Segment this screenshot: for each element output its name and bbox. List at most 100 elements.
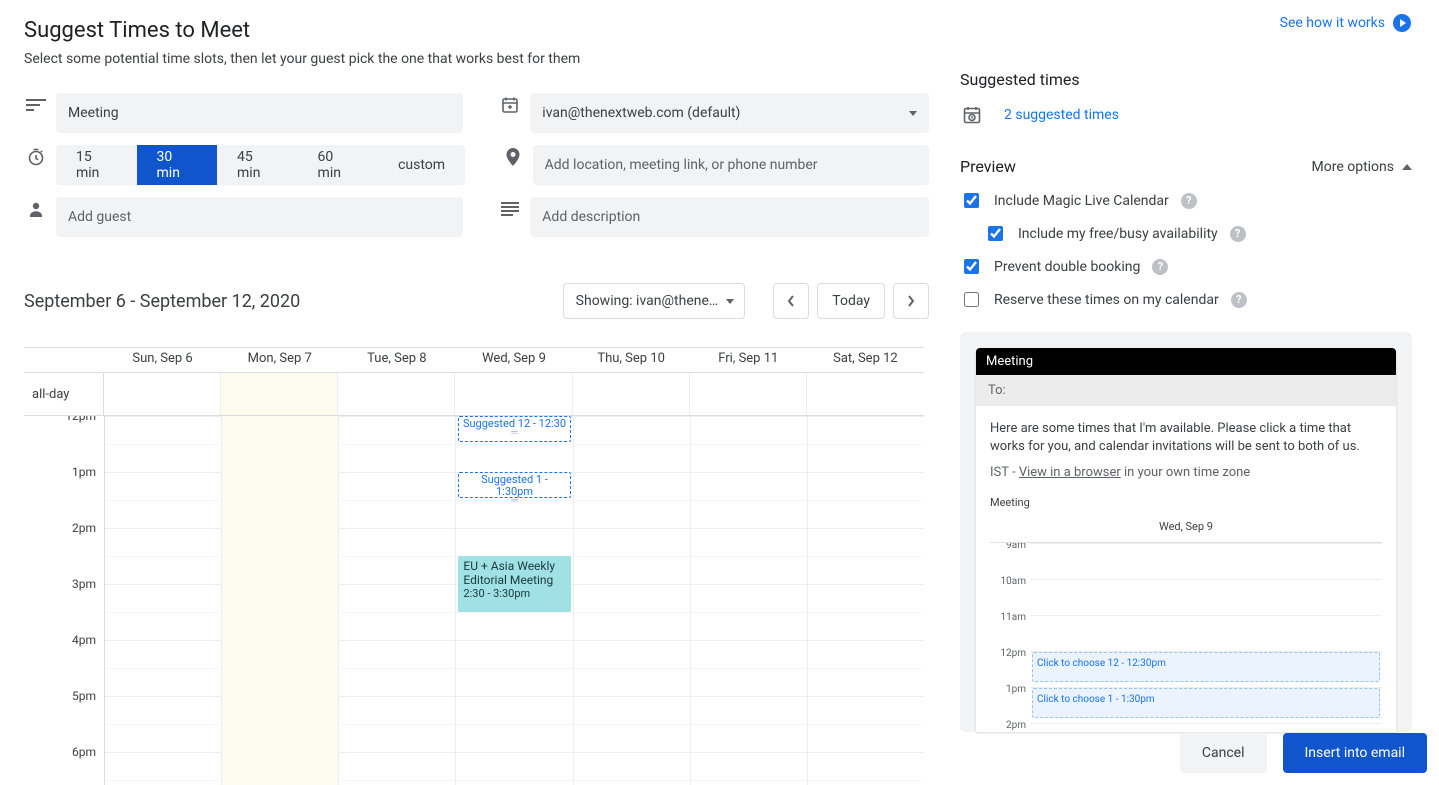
preview-option-label: Reserve these times on my calendar	[994, 292, 1219, 308]
mini-hour-label: 1pm	[990, 681, 1026, 699]
suggested-slot[interactable]: Suggested 1 - 1:30pm═	[458, 472, 570, 498]
preview-option: Reserve these times on my calendar?	[960, 289, 1412, 310]
mini-hour-label: 9am	[990, 542, 1026, 555]
day-col-sat[interactable]	[807, 416, 924, 785]
next-week-button[interactable]	[893, 283, 929, 319]
day-header-label: Sat, Sep 12	[807, 351, 924, 366]
duration-group: 15 min30 min45 min60 mincustom	[56, 145, 465, 185]
description-icon	[498, 197, 522, 221]
mail-body-text: Here are some times that I'm available. …	[990, 420, 1382, 456]
date-range-label: September 6 - September 12, 2020	[24, 291, 300, 312]
calendar-select-value: ivan@thenextweb.com (default)	[542, 105, 740, 121]
calendar-time-grid[interactable]: 12pm1pm2pm3pm4pm5pm6pm Suggested 12 - 12…	[24, 416, 924, 785]
mini-suggested-slot[interactable]: Click to choose 12 - 12:30pm	[1032, 652, 1380, 682]
suggested-calendar-icon	[960, 103, 984, 127]
mail-subject: Meeting	[976, 348, 1396, 375]
mini-hour-label: 11am	[990, 609, 1026, 627]
day-col-wed[interactable]: Suggested 12 - 12:30═ Suggested 1 - 1:30p…	[455, 416, 572, 785]
busy-event[interactable]: EU + Asia Weekly Editorial Meeting2:30 -…	[458, 556, 570, 612]
description-placeholder: Add description	[542, 209, 640, 225]
mail-to-field[interactable]: To:	[976, 375, 1396, 406]
hour-label: 6pm	[24, 745, 104, 785]
preview-option-checkbox[interactable]	[964, 259, 979, 274]
title-icon	[24, 93, 48, 117]
view-in-browser-link[interactable]: View in a browser	[1019, 465, 1121, 480]
cancel-button[interactable]: Cancel	[1180, 733, 1267, 773]
chevron-down-icon	[909, 111, 917, 116]
duration-custom[interactable]: custom	[378, 145, 465, 185]
hour-label: 5pm	[24, 689, 104, 745]
preview-option-checkbox[interactable]	[964, 193, 979, 208]
mini-calendar-grid: 9am 10am 11am 12pm 1pm 2pm Click to choose 12 …	[990, 542, 1382, 732]
insert-into-email-button[interactable]: Insert into email	[1283, 733, 1428, 773]
preview-title: Preview	[960, 157, 1016, 176]
day-header-label: Wed, Sep 9	[455, 351, 572, 366]
preview-option-checkbox[interactable]	[988, 226, 1003, 241]
hour-label: 2pm	[24, 521, 104, 577]
mini-suggested-slot[interactable]: Click to choose 1 - 1:30pm	[1032, 688, 1380, 718]
clock-icon	[24, 145, 48, 169]
today-button[interactable]: Today	[817, 283, 885, 319]
preview-option: Include my free/busy availability?	[984, 223, 1412, 244]
help-icon[interactable]: ?	[1181, 193, 1197, 209]
calendar-icon	[498, 93, 522, 117]
day-header-label: Tue, Sep 8	[338, 351, 455, 366]
description-input[interactable]: Add description	[530, 197, 929, 237]
day-col-tue[interactable]	[338, 416, 455, 785]
allday-row: all-day	[24, 372, 924, 416]
day-col-fri[interactable]	[690, 416, 807, 785]
duration-30-min[interactable]: 30 min	[137, 145, 218, 185]
suggested-times-link[interactable]: 2 suggested times	[1004, 107, 1119, 123]
hour-label: 12pm	[24, 416, 104, 465]
preview-option-label: Include Magic Live Calendar	[994, 193, 1169, 209]
day-header-label: Mon, Sep 7	[221, 351, 338, 366]
guest-input[interactable]: Add guest	[56, 197, 463, 237]
allday-label: all-day	[24, 373, 104, 415]
location-input[interactable]: Add location, meeting link, or phone num…	[533, 145, 929, 185]
preview-option: Prevent double booking?	[960, 256, 1412, 277]
guest-icon	[24, 197, 48, 221]
help-icon[interactable]: ?	[1230, 226, 1246, 242]
calendar-select[interactable]: ivan@thenextweb.com (default)	[530, 93, 929, 133]
prev-week-button[interactable]	[773, 283, 809, 319]
page-title: Suggest Times to Meet	[24, 18, 929, 43]
help-icon[interactable]: ?	[1152, 259, 1168, 275]
hour-label: 4pm	[24, 633, 104, 689]
mini-hour-label: 2pm	[990, 717, 1026, 732]
day-col-sun[interactable]	[104, 416, 221, 785]
help-icon[interactable]: ?	[1231, 292, 1247, 308]
showing-select[interactable]: Showing: ivan@thene…	[563, 283, 746, 319]
location-icon	[501, 145, 525, 169]
mini-meeting-title: Meeting	[990, 494, 1382, 512]
preview-option-label: Include my free/busy availability	[1018, 226, 1218, 242]
play-icon	[1393, 14, 1411, 32]
mini-meeting-date: Wed, Sep 9	[990, 518, 1382, 536]
duration-15-min[interactable]: 15 min	[56, 145, 137, 185]
chevron-down-icon	[726, 299, 734, 304]
duration-45-min[interactable]: 45 min	[217, 145, 298, 185]
preview-option-checkbox[interactable]	[964, 292, 979, 307]
calendar-day-header: Sun, Sep 6Mon, Sep 7Tue, Sep 8Wed, Sep 9…	[24, 348, 924, 372]
chevron-up-icon	[1402, 164, 1412, 170]
hour-label: 1pm	[24, 465, 104, 521]
day-col-thu[interactable]	[573, 416, 690, 785]
mini-hour-label: 10am	[990, 573, 1026, 591]
day-header-label: Sun, Sep 6	[104, 351, 221, 366]
preview-card: Meeting To: Here are some times that I'm…	[960, 332, 1412, 732]
hour-label: 3pm	[24, 577, 104, 633]
help-link[interactable]: See how it works	[1280, 14, 1411, 32]
mini-hour-label: 12pm	[990, 645, 1026, 663]
page-subtitle: Select some potential time slots, then l…	[24, 51, 929, 67]
preview-option-label: Prevent double booking	[994, 259, 1140, 275]
more-options-toggle[interactable]: More options	[1312, 159, 1413, 175]
suggested-times-title: Suggested times	[960, 70, 1412, 89]
mail-timezone-line: IST - View in a browser in your own time…	[990, 464, 1382, 482]
meeting-title-input[interactable]: Meeting	[56, 93, 463, 133]
help-link-label: See how it works	[1280, 15, 1385, 31]
suggested-slot[interactable]: Suggested 12 - 12:30═	[458, 416, 570, 442]
day-header-label: Thu, Sep 10	[573, 351, 690, 366]
day-col-mon[interactable]	[221, 416, 338, 785]
location-placeholder: Add location, meeting link, or phone num…	[545, 157, 818, 173]
duration-60-min[interactable]: 60 min	[298, 145, 379, 185]
day-header-label: Fri, Sep 11	[690, 351, 807, 366]
